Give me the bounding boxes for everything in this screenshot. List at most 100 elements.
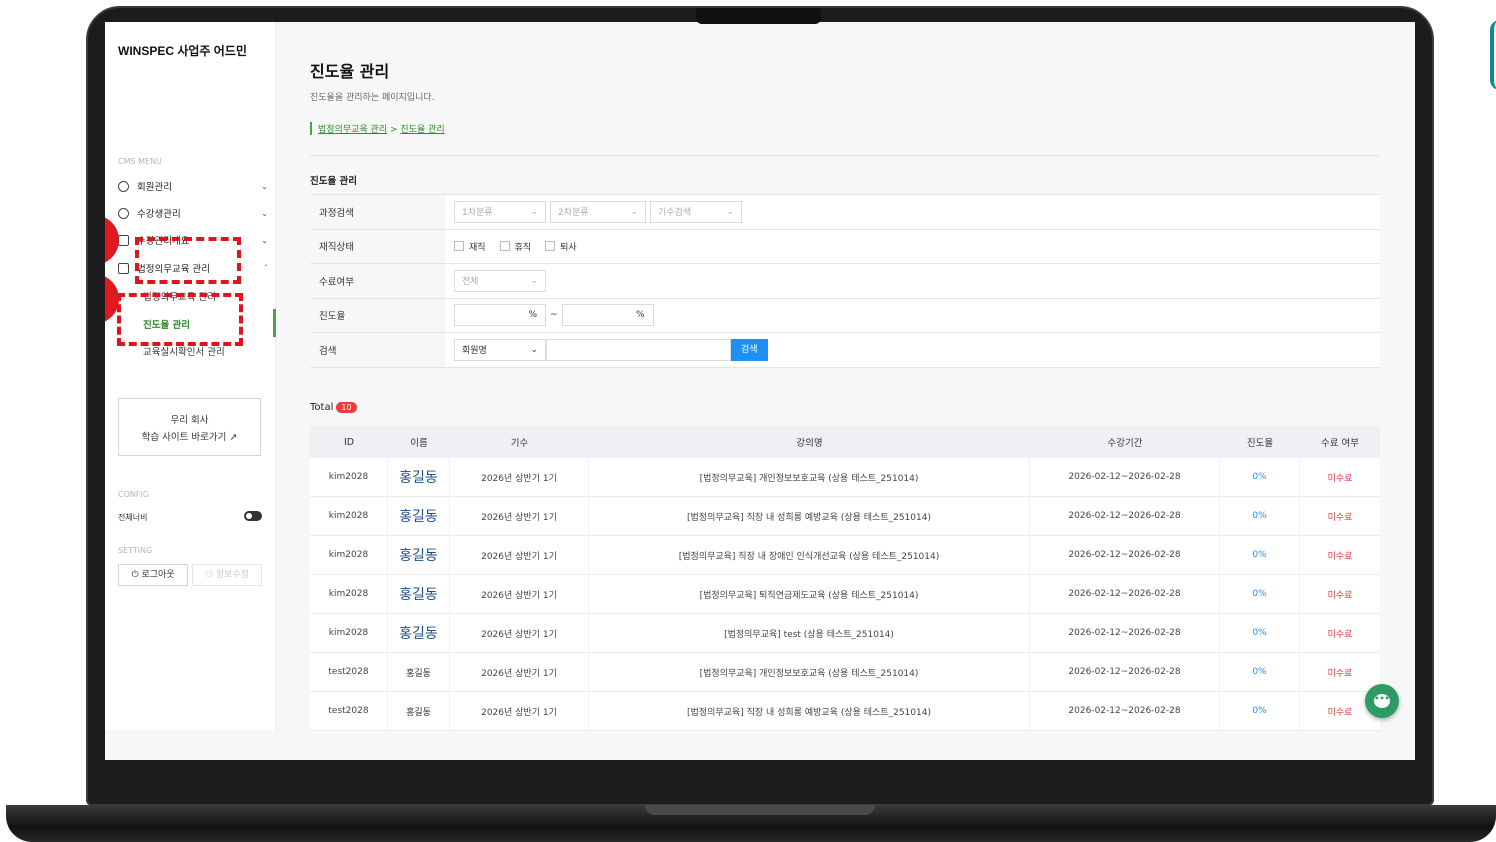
cell-course: [법정의무교육] test (상용 테스트_251014) bbox=[589, 614, 1030, 652]
brand-logo[interactable]: WINSPEC 사업주 어드민 bbox=[118, 42, 247, 59]
chevron-down-icon: ⌄ bbox=[530, 344, 538, 355]
breadcrumb-link-progress[interactable]: 진도율 관리 bbox=[400, 125, 444, 135]
resigned-checkbox[interactable]: 퇴사 bbox=[545, 240, 577, 253]
cell-name: 홍길동 bbox=[388, 614, 450, 652]
screen: WINSPEC 사업주 어드민 CMS MENU 회원관리 ⌄ 수강생관리 ⌄ … bbox=[105, 22, 1415, 760]
total-count: Total 10 bbox=[310, 402, 357, 413]
chevron-down-icon: ⌄ bbox=[726, 206, 734, 217]
company-site-shortcut-button[interactable]: 우리 회사 학습 사이트 바로가기 ↗ bbox=[118, 398, 261, 456]
column-header[interactable]: ID bbox=[310, 426, 388, 458]
sidebar-item-members[interactable]: 회원관리 ⌄ bbox=[118, 177, 268, 195]
table-row[interactable]: kim2028 홍길동 2026년 상반기 1기 [법정의무교육] 개인정보보호… bbox=[310, 458, 1380, 497]
sidebar-item-label: 회원관리 bbox=[137, 182, 172, 193]
sidebar-item-label: 수강생관리 bbox=[137, 209, 181, 220]
cell-period: 2026-02-12~2026-02-28 bbox=[1030, 653, 1220, 691]
cell-id: kim2028 bbox=[310, 497, 388, 535]
setting-label: SETTING bbox=[118, 546, 153, 555]
filter-label: 수료여부 bbox=[310, 264, 445, 298]
cell-term: 2026년 상반기 1기 bbox=[450, 536, 589, 574]
cell-course: [법정의무교육] 직장 내 장애인 인식개선교육 (상용 테스트_251014) bbox=[589, 536, 1030, 574]
cell-progress: 0% bbox=[1220, 692, 1300, 730]
annotation-box-1 bbox=[135, 237, 241, 284]
progress-min-input[interactable]: % bbox=[454, 304, 546, 327]
info-edit-button[interactable]: ⚇ 정보수정 bbox=[192, 564, 262, 586]
table-header: ID 이름 기수 강의명 수강기간 진도율 수료 여부 bbox=[310, 426, 1380, 458]
logout-button[interactable]: ⏻ 로그아웃 bbox=[118, 564, 188, 586]
sidebar: WINSPEC 사업주 어드민 CMS MENU 회원관리 ⌄ 수강생관리 ⌄ … bbox=[105, 22, 276, 730]
active-indicator bbox=[273, 309, 276, 337]
cell-id: kim2028 bbox=[310, 614, 388, 652]
category2-select[interactable]: 2차분류 ⌄ bbox=[550, 200, 646, 223]
cell-term: 2026년 상반기 1기 bbox=[450, 614, 589, 652]
annotation-box-2 bbox=[117, 293, 243, 346]
column-header[interactable]: 이름 bbox=[388, 426, 450, 458]
column-header[interactable]: 수강기간 bbox=[1030, 426, 1220, 458]
table-row[interactable]: kim2028 홍길동 2026년 상반기 1기 [법정의무교육] 직장 내 성… bbox=[310, 497, 1380, 536]
cell-term: 2026년 상반기 1기 bbox=[450, 692, 589, 730]
user-icon: ⚇ bbox=[204, 570, 214, 580]
cell-id: test2028 bbox=[310, 692, 388, 730]
search-input[interactable] bbox=[546, 338, 731, 361]
cell-progress: 0% bbox=[1220, 575, 1300, 613]
progress-max-input[interactable]: % bbox=[561, 304, 654, 327]
cell-course: [법정의무교육] 개인정보보호교육 (상용 테스트_251014) bbox=[589, 458, 1030, 496]
cell-id: kim2028 bbox=[310, 536, 388, 574]
filter-form: 과정검색 1차분류⌄ 2차분류⌄ 기수검색⌄ 재직상태 재직 휴직 퇴사 bbox=[310, 194, 1380, 368]
full-width-label: 전체너비 bbox=[118, 513, 148, 522]
cell-progress: 0% bbox=[1220, 497, 1300, 535]
filter-label: 검색 bbox=[310, 333, 445, 367]
cell-period: 2026-02-12~2026-02-28 bbox=[1030, 692, 1220, 730]
table-row[interactable]: kim2028 홍길동 2026년 상반기 1기 [법정의무교육] test (… bbox=[310, 614, 1380, 653]
filter-label: 재직상태 bbox=[310, 229, 445, 263]
full-width-toggle[interactable] bbox=[244, 511, 262, 521]
cell-period: 2026-02-12~2026-02-28 bbox=[1030, 536, 1220, 574]
chat-button[interactable]: ••• bbox=[1365, 684, 1399, 718]
cell-status: 미수료 bbox=[1327, 629, 1353, 640]
chevron-down-icon: ⌄ bbox=[530, 206, 538, 217]
laptop-base-groove bbox=[645, 805, 875, 815]
cell-progress: 0% bbox=[1220, 614, 1300, 652]
employed-checkbox[interactable]: 재직 bbox=[454, 240, 486, 253]
column-header[interactable]: 진도율 bbox=[1220, 426, 1300, 458]
total-badge: 10 bbox=[336, 402, 357, 413]
cell-status: 미수료 bbox=[1327, 668, 1353, 679]
search-button[interactable]: 검색 bbox=[731, 338, 768, 361]
column-header[interactable]: 강의명 bbox=[589, 426, 1030, 458]
laptop-stage: WINSPEC 사업주 어드민 CMS MENU 회원관리 ⌄ 수강생관리 ⌄ … bbox=[0, 0, 1496, 842]
table-row[interactable]: kim2028 홍길동 2026년 상반기 1기 [법정의무교육] 퇴직연금제도… bbox=[310, 575, 1380, 614]
cell-course: [법정의무교육] 퇴직연금제도교육 (상용 테스트_251014) bbox=[589, 575, 1030, 613]
cell-name: 홍길동 bbox=[388, 497, 450, 535]
cell-course: [법정의무교육] 직장 내 성희롱 예방교육 (상용 테스트_251014) bbox=[589, 692, 1030, 730]
cell-period: 2026-02-12~2026-02-28 bbox=[1030, 497, 1220, 535]
cell-status: 미수료 bbox=[1327, 590, 1353, 601]
breadcrumb-link-legal[interactable]: 법정의무교육 관리 bbox=[318, 125, 387, 135]
users-icon bbox=[118, 207, 129, 219]
category1-select[interactable]: 1차분류 ⌄ bbox=[454, 200, 546, 223]
cell-period: 2026-02-12~2026-02-28 bbox=[1030, 575, 1220, 613]
leave-checkbox[interactable]: 휴직 bbox=[499, 240, 531, 253]
cell-status: 미수료 bbox=[1327, 473, 1353, 484]
table-row[interactable]: test2028 홍길동 2026년 상반기 1기 [법정의무교육] 개인정보보… bbox=[310, 653, 1380, 692]
filter-label: 진도율 bbox=[310, 298, 445, 332]
column-header[interactable]: 수료 여부 bbox=[1300, 426, 1380, 458]
cell-status: 미수료 bbox=[1327, 512, 1353, 523]
cell-status: 미수료 bbox=[1327, 551, 1353, 562]
table-row[interactable]: kim2028 홍길동 2026년 상반기 1기 [법정의무교육] 직장 내 장… bbox=[310, 536, 1380, 575]
column-header[interactable]: 기수 bbox=[450, 426, 589, 458]
external-link-icon: ↗ bbox=[229, 432, 238, 443]
filter-row-progress: 진도율 % ~ % bbox=[310, 298, 1380, 333]
cell-course: [법정의무교육] 직장 내 성희롱 예방교육 (상용 테스트_251014) bbox=[589, 497, 1030, 535]
cell-progress: 0% bbox=[1220, 536, 1300, 574]
table-row[interactable]: test2028 홍길동 2026년 상반기 1기 [법정의무교육] 직장 내 … bbox=[310, 692, 1380, 731]
book-icon bbox=[118, 234, 129, 246]
search-field-select[interactable]: 회원명 ⌄ bbox=[454, 338, 546, 361]
sidebar-subitem-certificate[interactable]: 교육실시확인서 관리 bbox=[143, 344, 225, 358]
cell-term: 2026년 상반기 1기 bbox=[450, 497, 589, 535]
page-description: 진도율을 관리하는 페이지입니다. bbox=[310, 93, 435, 103]
shortcut-line1: 우리 회사 bbox=[170, 415, 209, 426]
form-title: 진도율 관리 bbox=[310, 176, 358, 187]
term-select[interactable]: 기수검색 ⌄ bbox=[650, 200, 742, 223]
completion-select[interactable]: 전체 ⌄ bbox=[454, 269, 546, 292]
sidebar-item-students[interactable]: 수강생관리 ⌄ bbox=[118, 204, 268, 222]
filter-label: 과정검색 bbox=[310, 195, 445, 229]
